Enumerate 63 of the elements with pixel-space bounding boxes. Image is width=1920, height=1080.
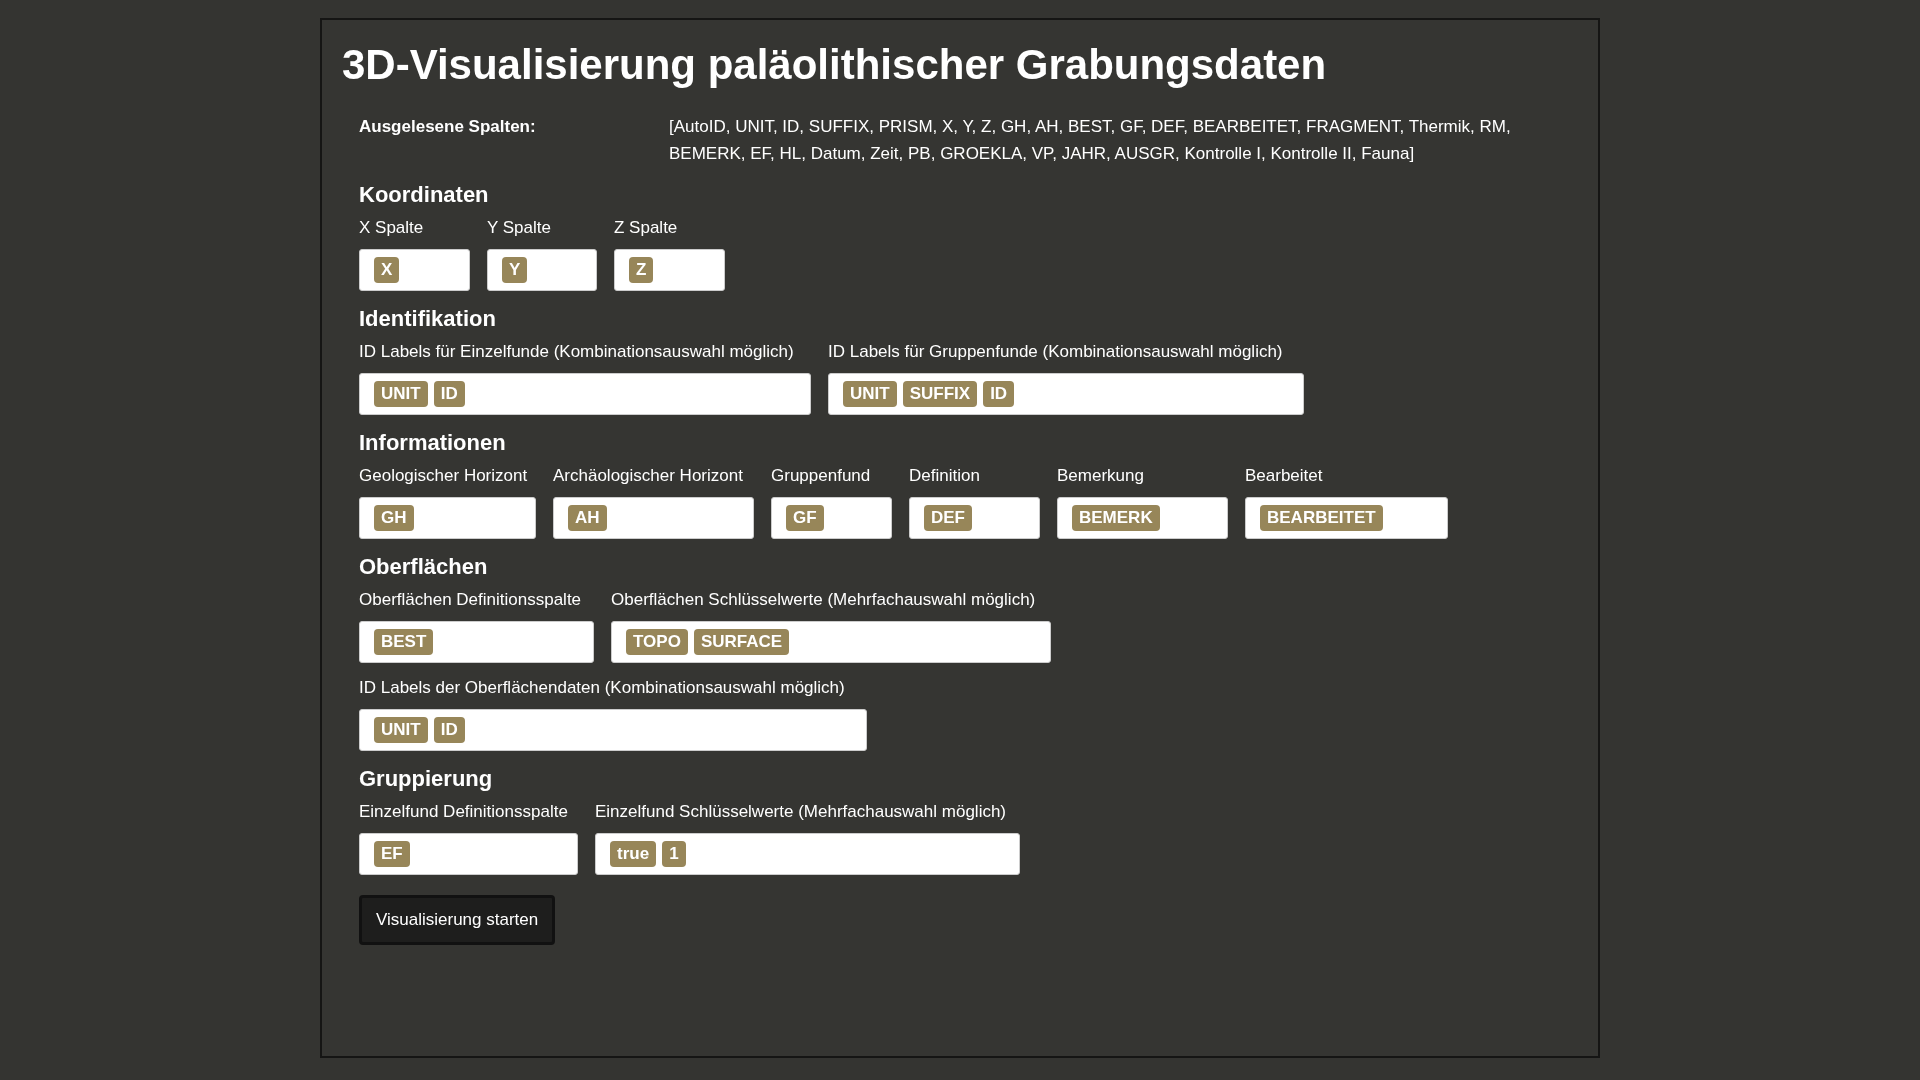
select-field[interactable]: X — [359, 248, 470, 291]
select-field[interactable]: TOPO SURFACE — [611, 620, 1051, 663]
selected-tag: ID — [433, 716, 465, 743]
field-label: Oberflächen Schlüsselwerte (Mehrfachauswahl möglich) — [611, 588, 1036, 611]
field-label: Definition — [909, 464, 980, 487]
selected-tag: GF — [786, 504, 824, 531]
selected-tag: ID — [433, 380, 465, 407]
columns-list: [AutoID, UNIT, ID, SUFFIX, PRISM, X, Y, Z, GH, AH, BEST, GF, DEF, BEARBEITET, FRAGMENT, Thermik, RM, BEMERK, EF, HL, Datum, Zeit, PB, GROEKLA, VP, JAHR, AUSGR, Kontrolle I, Kontrolle II, Fauna] — [669, 112, 1558, 167]
select-field[interactable]: true 1 — [595, 832, 1020, 875]
selected-tag: Y — [502, 256, 528, 283]
selected-tag: BEARBEITET — [1260, 504, 1383, 531]
field-label: X Spalte — [359, 216, 424, 239]
select-field[interactable]: AH — [553, 496, 754, 539]
section-heading: Identifikation — [359, 304, 496, 333]
field-label: Geologischer Horizont — [359, 464, 528, 487]
columns-label: Ausgelesene Spalten: — [359, 115, 537, 138]
selected-tag: DEF — [924, 504, 972, 531]
field-label: Archäologischer Horizont — [553, 464, 743, 487]
field-label: Oberflächen Definitionsspalte — [359, 588, 582, 611]
selected-tag: Z — [629, 256, 654, 283]
selected-tag: TOPO — [626, 628, 688, 655]
field-label: Einzelfund Definitionsspalte — [359, 800, 568, 823]
field-label: ID Labels für Einzelfunde (Kombinationsauswahl möglich) — [359, 340, 794, 363]
selected-tag: GH — [374, 504, 414, 531]
selected-tag: X — [374, 256, 400, 283]
field-label: Y Spalte — [487, 216, 551, 239]
section-heading: Gruppierung — [359, 764, 493, 793]
selected-tag: EF — [374, 840, 410, 867]
select-field[interactable]: UNIT ID — [359, 372, 811, 415]
section-heading: Informationen — [359, 428, 506, 457]
start-button[interactable]: Visualisierung starten — [359, 894, 556, 945]
select-field[interactable]: GF — [771, 496, 892, 539]
select-field[interactable]: Z — [614, 248, 725, 291]
selected-tag: UNIT — [374, 716, 428, 743]
select-field[interactable]: UNIT ID — [359, 708, 867, 751]
selected-tag: UNIT — [374, 380, 428, 407]
select-field[interactable]: DEF — [909, 496, 1040, 539]
selected-tag: true — [610, 840, 657, 867]
field-label: Einzelfund Schlüsselwerte (Mehrfachauswahl möglich) — [595, 800, 1007, 823]
select-field[interactable]: UNIT SUFFIX ID — [828, 372, 1304, 415]
selected-tag: AH — [568, 504, 607, 531]
select-field[interactable]: BEST — [359, 620, 594, 663]
selected-tag: SUFFIX — [902, 380, 978, 407]
select-field[interactable]: GH — [359, 496, 536, 539]
field-label: Z Spalte — [614, 216, 678, 239]
select-field[interactable]: BEMERK — [1057, 496, 1228, 539]
field-label: Bemerkung — [1057, 464, 1144, 487]
section-heading: Koordinaten — [359, 180, 489, 209]
selected-tag: UNIT — [843, 380, 897, 407]
select-field[interactable]: Y — [487, 248, 597, 291]
select-field[interactable]: EF — [359, 832, 578, 875]
selected-tag: 1 — [662, 840, 686, 867]
section-heading: Oberflächen — [359, 552, 488, 581]
selected-tag: SURFACE — [693, 628, 790, 655]
field-label: Bearbeitet — [1245, 464, 1323, 487]
field-label: ID Labels der Oberflächendaten (Kombinationsauswahl möglich) — [359, 676, 845, 699]
selected-tag: ID — [983, 380, 1015, 407]
page-title: 3D-Visualisierung paläolithischer Grabungsdaten — [342, 40, 1327, 90]
field-label: ID Labels für Gruppenfunde (Kombinationsauswahl möglich) — [828, 340, 1283, 363]
selected-tag: BEMERK — [1072, 504, 1160, 531]
field-label: Gruppenfund — [771, 464, 871, 487]
select-field[interactable]: BEARBEITET — [1245, 496, 1448, 539]
selected-tag: BEST — [374, 628, 434, 655]
